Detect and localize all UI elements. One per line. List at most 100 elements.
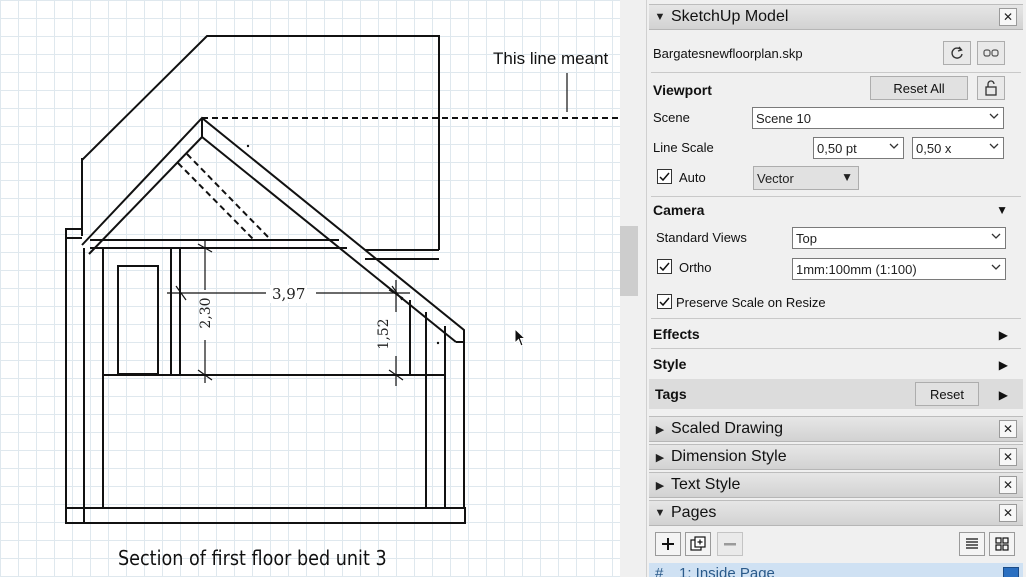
door (117, 265, 159, 375)
tray-title: Dimension Style (671, 448, 787, 465)
chevron-down-icon (889, 143, 899, 149)
checkmark-icon (659, 172, 670, 182)
canvas-vertical-scrollbar[interactable] (620, 0, 646, 577)
duplicate-icon (690, 536, 706, 551)
grid-view-button[interactable] (989, 532, 1015, 556)
roof-outer (81, 116, 465, 342)
standard-views-label: Standard Views (656, 230, 747, 245)
standard-views-select[interactable]: Top (792, 227, 1006, 249)
caret-right-icon[interactable]: ▶ (999, 358, 1008, 372)
page-list-item[interactable]: # 1: Inside Page (649, 563, 1023, 577)
chevron-down-icon (989, 143, 999, 149)
tray-sketchup-model[interactable]: ▼ SketchUp Model ✕ (649, 4, 1023, 30)
dimension-width[interactable]: 3,97 (270, 285, 308, 303)
checkmark-icon (659, 262, 670, 272)
page-name: 1: Inside Page (679, 565, 775, 577)
scene-value: Scene 10 (756, 110, 811, 126)
tags-reset-button[interactable]: Reset (915, 382, 979, 406)
unlink-icon (983, 49, 999, 57)
caret-right-icon[interactable]: ▶ (999, 328, 1008, 342)
scrollbar-thumb[interactable] (620, 226, 638, 296)
camera-heading: Camera (653, 202, 705, 218)
tray-dimension-style[interactable]: ▶ Dimension Style ✕ (649, 444, 1023, 470)
left-wall-cap (65, 228, 82, 523)
dimension-height-left[interactable]: 2,30 (198, 293, 214, 333)
line-scale-x-select[interactable]: 0,50 x (912, 137, 1004, 159)
tray-title: SketchUp Model (671, 8, 789, 25)
standard-views-value: Top (796, 230, 817, 246)
refresh-icon (951, 46, 963, 59)
line-scale-label: Line Scale (653, 140, 714, 155)
duplicate-page-button[interactable] (685, 532, 711, 556)
close-icon[interactable]: ✕ (999, 8, 1017, 26)
separator (651, 196, 1021, 197)
reset-all-button[interactable]: Reset All (870, 76, 968, 100)
line-scale-pt-select[interactable]: 0,50 pt (813, 137, 904, 159)
tray-text-style[interactable]: ▶ Text Style ✕ (649, 472, 1023, 498)
chevron-down-icon (991, 233, 1001, 239)
refresh-button[interactable] (943, 41, 971, 65)
tray-title: Scaled Drawing (671, 420, 784, 437)
page-color-swatch[interactable] (1003, 567, 1019, 577)
close-icon[interactable]: ✕ (999, 504, 1017, 522)
drawing-caption[interactable]: Section of first floor bed unit 3 (118, 546, 387, 570)
base-slab (65, 507, 466, 524)
ortho-scale-value: 1mm:100mm (1:100) (796, 261, 917, 277)
render-mode-value: Vector (757, 170, 794, 186)
ortho-checkbox[interactable] (657, 259, 672, 274)
expand-icon[interactable]: ▶ (649, 479, 671, 492)
render-mode-select[interactable]: Vector ▼ (753, 166, 859, 190)
auto-label: Auto (679, 170, 706, 185)
close-icon[interactable]: ✕ (999, 476, 1017, 494)
list-view-icon (966, 538, 978, 549)
separator (651, 348, 1021, 349)
scene-select[interactable]: Scene 10 (752, 107, 1004, 129)
grid-view-icon (995, 537, 1009, 551)
preserve-scale-checkbox[interactable] (657, 294, 672, 309)
preserve-scale-label: Preserve Scale on Resize (676, 295, 826, 310)
mouse-cursor-icon (514, 328, 527, 347)
separator (651, 72, 1021, 73)
caret-down-icon[interactable]: ▼ (996, 203, 1008, 217)
list-view-button[interactable] (959, 532, 985, 556)
ortho-label: Ortho (679, 260, 712, 275)
unlock-icon (985, 80, 997, 96)
file-name: Bargatesnewfloorplan.skp (653, 46, 803, 61)
expand-icon[interactable]: ▶ (649, 451, 671, 464)
inspector-panel: ▼ SketchUp Model ✕ Bargatesnewfloorplan.… (646, 0, 1026, 577)
unlink-button[interactable] (977, 41, 1005, 65)
collapse-icon[interactable]: ▼ (649, 11, 671, 23)
unlock-button[interactable] (977, 76, 1005, 100)
separator (651, 318, 1021, 319)
caret-down-icon: ▼ (841, 170, 853, 184)
tray-title: Pages (671, 504, 717, 521)
close-icon[interactable]: ✕ (999, 420, 1017, 438)
section-drawing (65, 35, 620, 524)
ortho-scale-select[interactable]: 1mm:100mm (1:100) (792, 258, 1006, 280)
tray-pages[interactable]: ▼ Pages ✕ (649, 500, 1023, 526)
expand-icon[interactable]: ▶ (649, 423, 671, 436)
effects-heading[interactable]: Effects (653, 326, 1023, 342)
back-roof-outline (81, 35, 440, 250)
scene-label: Scene (653, 110, 690, 125)
add-icon (662, 538, 674, 550)
checkmark-icon (659, 297, 670, 307)
chevron-down-icon (989, 113, 999, 119)
line-scale-x-value: 0,50 x (916, 140, 952, 156)
page-hash: # (655, 565, 664, 577)
dimension-height-right[interactable]: 1,52 (376, 314, 392, 354)
remove-page-button[interactable] (717, 532, 743, 556)
callout-text[interactable]: This line meant (493, 49, 608, 69)
style-heading[interactable]: Style (653, 356, 1023, 372)
line-scale-pt-value: 0,50 pt (817, 140, 857, 156)
auto-checkbox[interactable] (657, 169, 672, 184)
collapse-icon[interactable]: ▼ (649, 507, 671, 519)
tray-title: Text Style (671, 476, 741, 493)
caret-right-icon[interactable]: ▶ (999, 388, 1008, 402)
add-page-button[interactable] (655, 532, 681, 556)
remove-icon (724, 543, 736, 546)
tray-scaled-drawing[interactable]: ▶ Scaled Drawing ✕ (649, 416, 1023, 442)
chevron-down-icon (991, 264, 1001, 270)
drawing-canvas[interactable]: This line meant 3,97 2,30 1,52 Section o… (0, 0, 620, 577)
close-icon[interactable]: ✕ (999, 448, 1017, 466)
